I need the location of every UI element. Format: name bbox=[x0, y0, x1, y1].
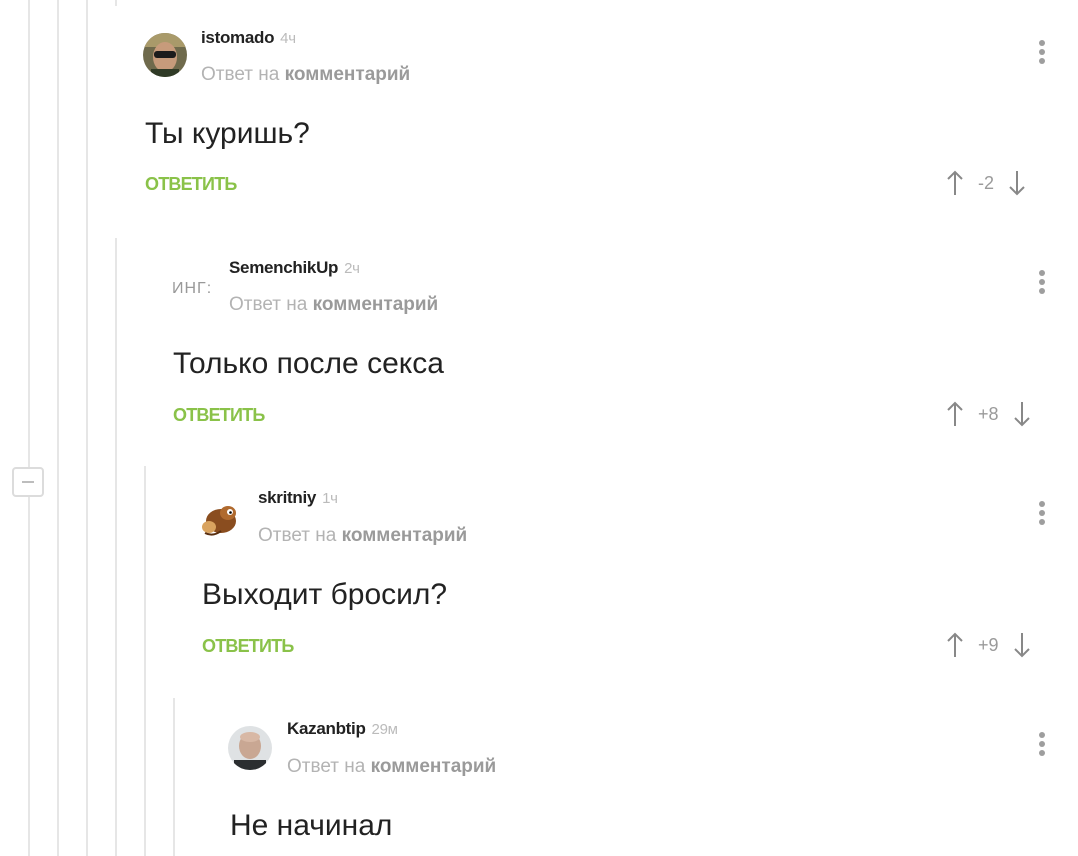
comment-text: Только после секса bbox=[173, 347, 444, 380]
thread-line-3 bbox=[86, 0, 88, 856]
score: -2 bbox=[978, 172, 995, 193]
more-vertical-icon[interactable] bbox=[1037, 270, 1047, 298]
arrow-up-icon[interactable] bbox=[946, 169, 964, 197]
comment-text: Не начинал bbox=[230, 809, 393, 842]
parent-comment-link[interactable]: комментарий bbox=[371, 756, 497, 777]
thread-line-4 bbox=[115, 0, 117, 6]
thread-line-1-lower bbox=[28, 497, 30, 856]
reply-to: Ответ на комментарий bbox=[287, 756, 497, 777]
parent-comment-link[interactable]: комментарий bbox=[313, 294, 439, 315]
parent-comment-link[interactable]: комментарий bbox=[285, 64, 411, 85]
username[interactable]: Kazanbtip 29м bbox=[287, 719, 398, 739]
reply-button[interactable]: ОТВЕТИТЬ bbox=[202, 636, 294, 657]
reply-to: Ответ на комментарий bbox=[201, 64, 411, 85]
username[interactable]: skritniy 1ч bbox=[258, 488, 338, 508]
parent-comment-link[interactable]: комментарий bbox=[342, 525, 468, 546]
comment-text: Выходит бросил? bbox=[202, 578, 448, 611]
vote-controls: +8 bbox=[946, 399, 1031, 429]
timestamp: 29м bbox=[371, 721, 398, 738]
reply-button[interactable]: ОТВЕТИТЬ bbox=[145, 174, 237, 195]
vote-controls: +9 bbox=[946, 630, 1031, 660]
reply-button[interactable]: ОТВЕТИТЬ bbox=[173, 405, 265, 426]
thread-line-2 bbox=[57, 0, 59, 856]
avatar[interactable] bbox=[228, 726, 272, 770]
thread-line-5 bbox=[115, 238, 117, 856]
more-vertical-icon[interactable] bbox=[1037, 40, 1047, 68]
username[interactable]: istomado 4ч bbox=[201, 28, 296, 48]
arrow-up-icon[interactable] bbox=[946, 631, 964, 659]
reply-to: Ответ на комментарий bbox=[258, 525, 468, 546]
more-vertical-icon[interactable] bbox=[1037, 501, 1047, 529]
arrow-down-icon[interactable] bbox=[1013, 631, 1031, 659]
reply-to: Ответ на комментарий bbox=[229, 294, 439, 315]
timestamp: 4ч bbox=[280, 30, 296, 47]
thread-line-6 bbox=[144, 466, 146, 856]
arrow-down-icon[interactable] bbox=[1013, 400, 1031, 428]
username[interactable]: SemenchikUp 2ч bbox=[229, 258, 360, 278]
score: +9 bbox=[978, 634, 999, 655]
timestamp: 1ч bbox=[322, 490, 338, 507]
more-vertical-icon[interactable] bbox=[1037, 732, 1047, 760]
vote-controls: -2 bbox=[946, 168, 1026, 198]
score: +8 bbox=[978, 403, 999, 424]
arrow-down-icon[interactable] bbox=[1008, 169, 1026, 197]
arrow-up-icon[interactable] bbox=[946, 400, 964, 428]
avatar[interactable] bbox=[143, 33, 187, 77]
timestamp: 2ч bbox=[344, 260, 360, 277]
collapse-minus-icon[interactable] bbox=[12, 467, 44, 497]
thread-line-1 bbox=[28, 0, 30, 467]
avatar[interactable] bbox=[199, 497, 243, 541]
avatar[interactable]: ИНГ: bbox=[172, 280, 212, 298]
comment-text: Ты куришь? bbox=[145, 117, 310, 150]
thread-line-7 bbox=[173, 698, 175, 856]
